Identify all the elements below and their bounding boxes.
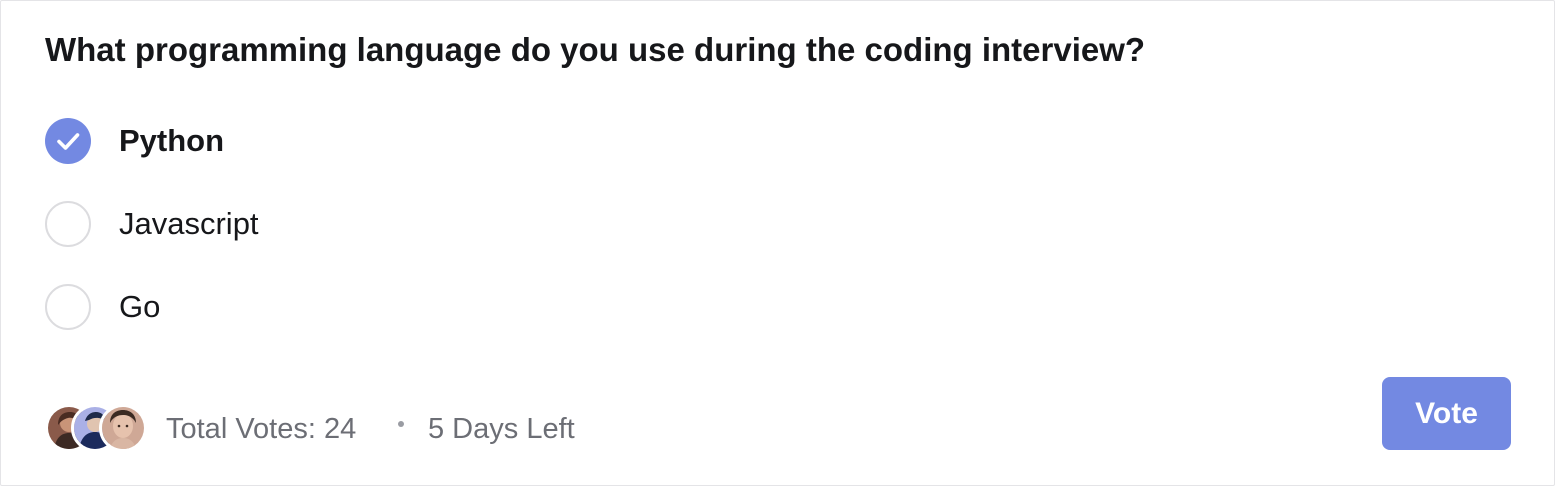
vote-button[interactable]: Vote: [1382, 377, 1511, 450]
empty-circle-icon[interactable]: [45, 284, 91, 330]
voter-avatar-stack: [45, 404, 149, 452]
poll-question: What programming language do you use dur…: [45, 31, 1146, 68]
bullet-separator: [398, 421, 404, 427]
avatar: [99, 404, 147, 452]
check-circle-icon[interactable]: [45, 118, 91, 164]
poll-option-label: Go: [119, 289, 161, 324]
days-left-label: 5 Days Left: [428, 413, 575, 445]
poll-option-label: Javascript: [119, 206, 259, 241]
total-votes-count: Total Votes: 24: [166, 413, 357, 445]
poll-card: What programming language do you use dur…: [0, 0, 1555, 486]
poll-option-label: Python: [119, 123, 225, 158]
empty-circle-icon[interactable]: [45, 201, 91, 247]
